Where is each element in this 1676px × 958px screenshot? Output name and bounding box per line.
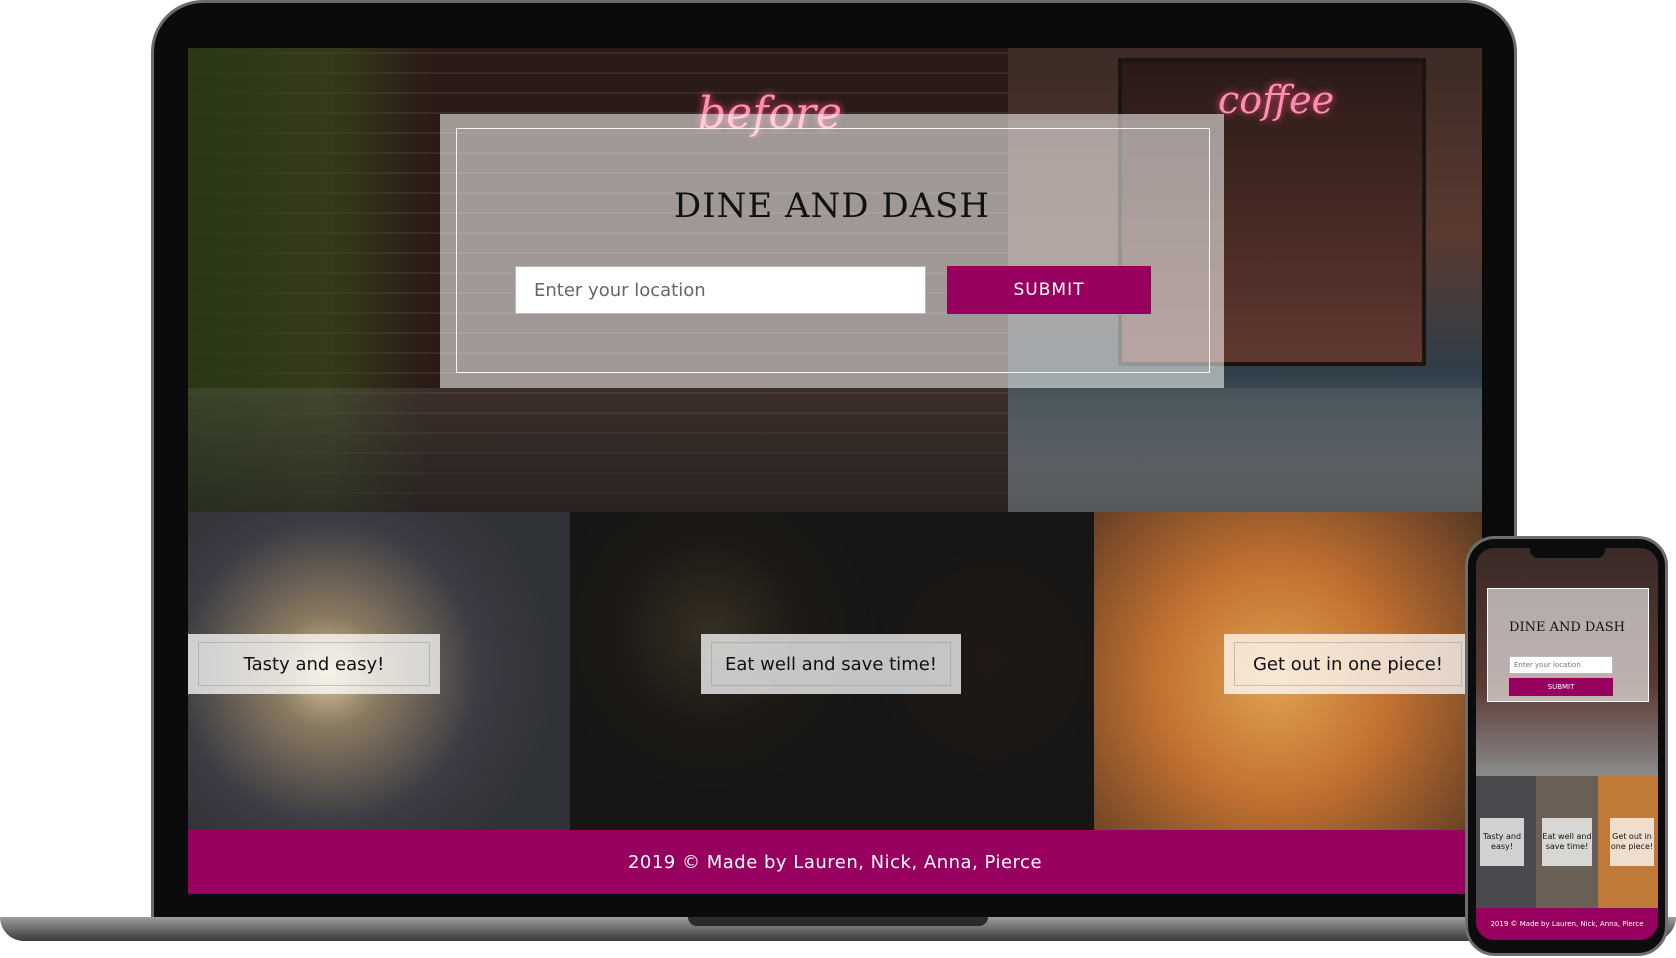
- caption-text-1: Tasty and easy!: [243, 653, 385, 675]
- location-input[interactable]: [515, 266, 926, 314]
- mobile-footer: 2019 © Made by Lauren, Nick, Anna, Pierc…: [1476, 908, 1658, 940]
- caption-text-2: Eat well and save time!: [724, 653, 938, 675]
- neon-sign-right: coffee: [1218, 78, 1335, 122]
- mobile-page-title: DINE AND DASH: [1509, 620, 1625, 635]
- caption-text-3: Get out in one piece!: [1252, 653, 1444, 675]
- laptop-screen: before coffee DINE AND DASH SUBMIT Tasty…: [188, 48, 1482, 894]
- mobile-submit-button[interactable]: SUBMIT: [1509, 678, 1613, 696]
- sidewalk-image: [188, 388, 1482, 512]
- laptop-notch: [688, 917, 988, 926]
- phone-notch: [1530, 548, 1605, 558]
- caption-card-3: Get out in one piece!: [1224, 634, 1472, 694]
- phone-screen: DINE AND DASH SUBMIT Tasty and easy! Eat…: [1476, 548, 1658, 940]
- mobile-location-input[interactable]: [1509, 656, 1613, 674]
- mobile-caption-1: Tasty and easy!: [1480, 818, 1524, 866]
- page-title: DINE AND DASH: [673, 186, 991, 226]
- caption-card-1: Tasty and easy!: [188, 634, 440, 694]
- search-panel-border: [456, 128, 1210, 373]
- caption-card-2: Eat well and save time!: [701, 634, 961, 694]
- food-gallery: Tasty and easy! Eat well and save time! …: [188, 512, 1482, 830]
- mobile-caption-3: Get out in one piece!: [1610, 818, 1654, 866]
- site-footer: 2019 © Made by Lauren, Nick, Anna, Pierc…: [188, 830, 1482, 894]
- mobile-caption-2: Eat well and save time!: [1542, 818, 1592, 866]
- submit-button[interactable]: SUBMIT: [947, 266, 1151, 314]
